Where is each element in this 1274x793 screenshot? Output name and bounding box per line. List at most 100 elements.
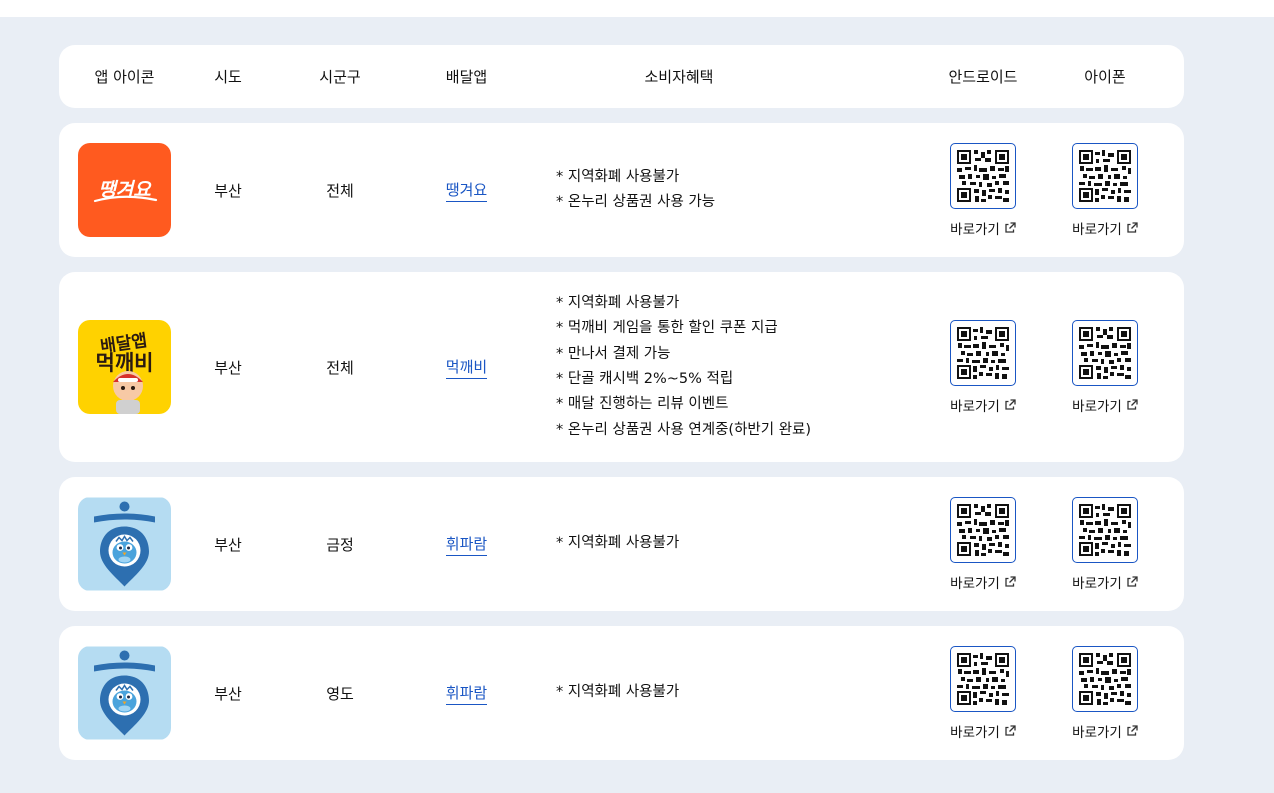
- benefit-list: * 지역화폐 사용불가: [556, 531, 679, 556]
- ios-qr-box[interactable]: [1072, 319, 1138, 386]
- sigungu-cell: 금정: [326, 535, 354, 554]
- android-go-link[interactable]: 바로가기: [950, 218, 1016, 238]
- android-qr-block[interactable]: 바로가기: [950, 645, 1016, 741]
- app-name-link[interactable]: 휘파람: [445, 682, 488, 705]
- go-link-label: 바로가기: [950, 724, 1000, 741]
- header-sido: 시도: [214, 68, 242, 86]
- go-link-label: 바로가기: [1072, 398, 1122, 415]
- ios-go-link[interactable]: 바로가기: [1072, 721, 1138, 741]
- app-cell: 먹깨비: [414, 272, 519, 462]
- android-qr-block[interactable]: 바로가기: [950, 142, 1016, 238]
- external-link-icon: [1005, 725, 1016, 736]
- external-link-icon: [1127, 725, 1138, 736]
- benefit-item: * 온누리 상품권 사용 가능: [556, 194, 716, 210]
- mukkaebi-logo-icon: 배달앱 먹깨비: [78, 320, 171, 414]
- app-name-link[interactable]: 땡겨요: [445, 179, 488, 202]
- app-cell: 땡겨요: [414, 123, 519, 257]
- table-header: 앱 아이콘 시도 시군구 배달앱 소비자혜택 안드로이드 아이폰: [59, 45, 1184, 108]
- go-link-label: 바로가기: [950, 575, 1000, 592]
- header-app-icon: 앱 아이콘: [94, 68, 155, 86]
- mukkaebi-logo-text-bottom: 먹깨비: [96, 351, 154, 375]
- ios-go-link[interactable]: 바로가기: [1072, 395, 1138, 415]
- app-icon-cell: [59, 477, 190, 611]
- external-link-icon: [1127, 576, 1138, 587]
- benefit-item: * 단골 캐시백 2%~5% 적립: [556, 371, 734, 387]
- android-qr-block[interactable]: 바로가기: [950, 496, 1016, 592]
- qr-code-icon: [1079, 149, 1131, 202]
- android-go-link[interactable]: 바로가기: [950, 572, 1016, 592]
- benefit-list: * 지역화폐 사용불가 * 먹깨비 게임을 통한 할인 쿠폰 지급 * 만나서 …: [556, 291, 811, 443]
- external-link-icon: [1005, 399, 1016, 410]
- android-go-link[interactable]: 바로가기: [950, 721, 1016, 741]
- ios-go-link[interactable]: 바로가기: [1072, 572, 1138, 592]
- ios-cell: 바로가기: [1061, 123, 1149, 257]
- benefit-item: * 지역화폐 사용불가: [556, 684, 680, 701]
- go-link-label: 바로가기: [1072, 575, 1122, 592]
- sido-cell: 부산: [214, 181, 242, 200]
- go-link-label: 바로가기: [950, 398, 1000, 415]
- sido-cell: 부산: [214, 684, 242, 703]
- qr-code-icon: [957, 326, 1009, 379]
- header-sigungu: 시군구: [319, 68, 361, 86]
- ios-cell: 바로가기: [1061, 272, 1149, 462]
- sido-cell: 부산: [214, 358, 242, 377]
- android-go-link[interactable]: 바로가기: [950, 395, 1016, 415]
- sigungu-cell: 전체: [326, 358, 354, 377]
- android-qr-box[interactable]: [950, 645, 1016, 712]
- benefit-item: * 지역화폐 사용불가: [556, 168, 680, 185]
- ttaenggyeoyo-logo-icon: 땡겨요: [78, 143, 171, 237]
- app-icon-cell: 배달앱 먹깨비: [59, 272, 190, 462]
- go-link-label: 바로가기: [1072, 221, 1122, 238]
- ios-qr-box[interactable]: [1072, 496, 1138, 563]
- benefit-cell: * 지역화폐 사용불가: [556, 477, 906, 611]
- external-link-icon: [1127, 222, 1138, 233]
- app-name-link[interactable]: 휘파람: [445, 533, 488, 556]
- app-icon-cell: 땡겨요: [59, 123, 190, 257]
- benefit-item: * 지역화폐 사용불가: [556, 535, 680, 552]
- android-qr-box[interactable]: [950, 319, 1016, 386]
- ios-qr-block[interactable]: 바로가기: [1072, 142, 1138, 238]
- ios-qr-box[interactable]: [1072, 645, 1138, 712]
- benefit-item: * 지역화폐 사용불가: [556, 295, 680, 312]
- benefit-item: * 온누리 상품권 사용 연계중(하반기 완료): [556, 421, 812, 438]
- android-qr-box[interactable]: [950, 142, 1016, 209]
- ios-qr-block[interactable]: 바로가기: [1072, 319, 1138, 415]
- ios-qr-block[interactable]: 바로가기: [1072, 496, 1138, 592]
- sigungu-cell: 영도: [326, 684, 354, 703]
- app-cell: 휘파람: [414, 626, 519, 760]
- qr-code-icon: [957, 503, 1009, 556]
- table-row: 부산 금정 휘파람 * 지역화폐 사용불가 바로가기 바로가기: [59, 477, 1184, 611]
- sido-cell: 부산: [214, 535, 242, 554]
- ios-cell: 바로가기: [1061, 477, 1149, 611]
- benefit-cell: * 지역화폐 사용불가 * 먹깨비 게임을 통한 할인 쿠폰 지급 * 만나서 …: [556, 272, 906, 462]
- ios-cell: 바로가기: [1061, 626, 1149, 760]
- sigungu-cell: 전체: [326, 181, 354, 200]
- qr-code-icon: [957, 652, 1009, 705]
- android-qr-block[interactable]: 바로가기: [950, 319, 1016, 415]
- android-cell: 바로가기: [939, 272, 1027, 462]
- ios-qr-block[interactable]: 바로가기: [1072, 645, 1138, 741]
- go-link-label: 바로가기: [950, 221, 1000, 238]
- header-ios: 아이폰: [1084, 68, 1126, 86]
- top-bar: [0, 0, 1274, 17]
- go-link-label: 바로가기: [1072, 724, 1122, 741]
- benefit-cell: * 지역화폐 사용불가: [556, 626, 906, 760]
- app-name-link[interactable]: 먹깨비: [445, 356, 488, 379]
- benefit-list: * 지역화폐 사용불가: [556, 680, 679, 705]
- table-row: 부산 영도 휘파람 * 지역화폐 사용불가 바로가기 바로가기: [59, 626, 1184, 760]
- app-icon-cell: [59, 626, 190, 760]
- android-qr-box[interactable]: [950, 496, 1016, 563]
- whiparam-logo-icon: [78, 646, 171, 740]
- ios-go-link[interactable]: 바로가기: [1072, 218, 1138, 238]
- android-cell: 바로가기: [939, 626, 1027, 760]
- benefit-cell: * 지역화폐 사용불가 * 온누리 상품권 사용 가능: [556, 123, 906, 257]
- qr-code-icon: [1079, 503, 1131, 556]
- android-cell: 바로가기: [939, 123, 1027, 257]
- header-android: 안드로이드: [948, 68, 1018, 86]
- android-cell: 바로가기: [939, 477, 1027, 611]
- external-link-icon: [1005, 222, 1016, 233]
- qr-code-icon: [957, 149, 1009, 202]
- ios-qr-box[interactable]: [1072, 142, 1138, 209]
- benefit-item: * 매달 진행하는 리뷰 이벤트: [556, 396, 729, 413]
- table-row: 배달앱 먹깨비 부산 전체 먹깨비 * 지역화폐 사용불가 * 먹깨비 게임을 …: [59, 272, 1184, 462]
